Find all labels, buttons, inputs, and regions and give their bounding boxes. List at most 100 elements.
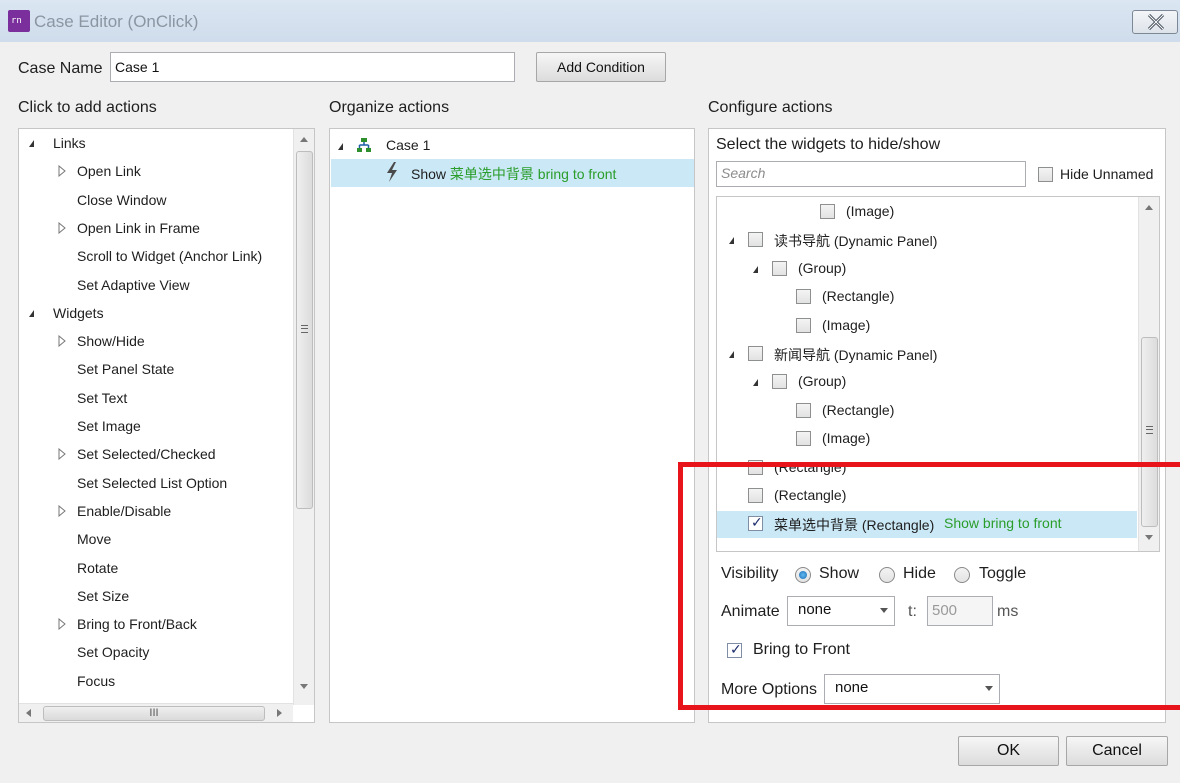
action-item-label: Enable/Disable — [77, 502, 172, 519]
actions-vertical-scrollbar[interactable] — [293, 129, 314, 705]
widget-checkbox[interactable] — [796, 289, 811, 305]
widget-row[interactable]: (Rectangle) — [717, 400, 1137, 422]
action-item[interactable]: Set Text — [19, 388, 289, 410]
actions-scroll-thumb[interactable] — [296, 151, 313, 509]
app-logo-icon — [8, 10, 30, 32]
actions-hscroll-thumb[interactable]: III — [43, 706, 265, 721]
scroll-down-arrow-icon[interactable] — [300, 684, 308, 689]
action-item-label: Set Selected/Checked — [77, 446, 216, 463]
widget-row[interactable]: (Image) — [717, 315, 1137, 337]
widget-checkbox[interactable] — [772, 374, 787, 390]
scroll-right-arrow-icon[interactable] — [277, 709, 282, 717]
widget-row[interactable]: (Image) — [717, 428, 1137, 450]
middle-heading: Organize actions — [329, 99, 450, 116]
widget-checkbox[interactable] — [796, 317, 811, 333]
action-item[interactable]: Set Opacity — [19, 642, 289, 664]
action-item-label: Set Panel State — [77, 361, 175, 378]
widget-label: (Image) — [822, 316, 871, 333]
collapse-arrow-icon[interactable] — [29, 309, 34, 317]
widget-label: (Rectangle) — [822, 288, 895, 305]
widget-scroll-grip-icon — [1146, 426, 1153, 434]
hide-unnamed-label: Hide Unnamed — [1060, 166, 1154, 182]
cancel-button[interactable]: Cancel — [1066, 736, 1168, 766]
case-flow-icon — [357, 138, 371, 152]
action-item[interactable]: Set Image — [19, 416, 289, 438]
widget-label: 读书导航 (Dynamic Panel) — [774, 233, 938, 250]
collapse-arrow-icon[interactable] — [29, 140, 34, 147]
widget-label: (Image) — [846, 203, 895, 219]
collapse-arrow-icon[interactable] — [753, 265, 758, 273]
action-item-label: Open Link — [77, 163, 141, 180]
collapse-arrow-icon[interactable] — [729, 351, 734, 358]
widget-checkbox[interactable] — [748, 232, 763, 248]
action-item[interactable]: Widgets — [19, 303, 289, 325]
action-item-label: Open Link in Frame — [77, 219, 200, 236]
action-item-label: Show/Hide — [77, 333, 145, 350]
widget-checkbox[interactable] — [796, 431, 811, 447]
collapse-arrow-icon[interactable] — [338, 143, 343, 150]
case-label: Case 1 — [386, 137, 431, 153]
case-name-input[interactable]: Case 1 — [110, 52, 515, 82]
action-item[interactable]: Set Size — [19, 586, 289, 608]
widget-row[interactable]: (Group) — [717, 371, 1137, 393]
widget-label: 新闻导航 (Dynamic Panel) — [774, 347, 938, 363]
widget-checkbox[interactable] — [820, 204, 835, 219]
widget-select-heading: Select the widgets to hide/show — [716, 136, 941, 153]
highlight-annotation-box — [678, 462, 1180, 710]
action-item[interactable]: Set Panel State — [19, 359, 289, 381]
widget-scroll-up-icon[interactable] — [1145, 205, 1153, 210]
action-item[interactable]: Scroll to Widget (Anchor Link) — [19, 246, 289, 268]
action-item[interactable]: Open Link in Frame — [19, 218, 289, 240]
widget-row[interactable]: 读书导航 (Dynamic Panel) — [717, 229, 1137, 251]
add-condition-button[interactable]: Add Condition — [536, 52, 666, 82]
action-item[interactable]: Set Adaptive View — [19, 275, 289, 297]
widget-row[interactable]: (Image) — [717, 201, 1137, 223]
action-item-label: Set Adaptive View — [77, 276, 190, 293]
action-item-label: Set Size — [77, 587, 130, 604]
widget-checkbox[interactable] — [796, 402, 811, 418]
actions-horizontal-scrollbar[interactable]: III — [19, 703, 293, 722]
actions-list-panel: Links Open Link Close Window Open Link in F… — [18, 128, 315, 723]
action-item-label: Links — [53, 135, 86, 151]
lightning-icon — [387, 162, 397, 182]
action-item[interactable]: Links — [19, 133, 289, 155]
hide-unnamed-checkbox[interactable] — [1038, 167, 1053, 182]
action-item[interactable]: Rotate — [19, 558, 289, 580]
action-item[interactable]: Set Selected/Checked — [19, 444, 289, 466]
widget-checkbox[interactable] — [772, 260, 787, 276]
widget-row[interactable]: (Group) — [717, 258, 1137, 280]
scroll-left-arrow-icon[interactable] — [26, 709, 31, 717]
widget-label: (Rectangle) — [822, 401, 895, 418]
ok-button[interactable]: OK — [958, 736, 1059, 766]
left-heading: Click to add actions — [18, 99, 157, 116]
action-item[interactable]: Set Selected List Option — [19, 473, 289, 495]
action-item-label: Widgets — [53, 304, 104, 321]
widget-search-input[interactable]: Search — [716, 161, 1026, 187]
collapse-arrow-icon[interactable] — [753, 379, 758, 387]
action-verb: Show — [411, 166, 447, 182]
widget-row[interactable]: (Rectangle) — [717, 286, 1137, 308]
action-item[interactable]: Focus — [19, 671, 289, 693]
scroll-up-arrow-icon[interactable] — [300, 137, 308, 142]
action-item[interactable]: Close Window — [19, 190, 289, 212]
organize-actions-panel: Case 1 Show 菜单选中背景 bring to front — [329, 128, 695, 723]
action-item-label: Set Selected List Option — [77, 474, 228, 491]
close-button[interactable] — [1132, 10, 1178, 34]
action-item[interactable]: Move — [19, 529, 289, 551]
window-title: Case Editor (OnClick) — [34, 12, 199, 31]
action-item[interactable]: Bring to Front/Back — [19, 614, 289, 636]
action-item-label: Move — [77, 531, 112, 548]
action-item-label: Set Text — [77, 389, 128, 406]
action-item-label: Scroll to Widget (Anchor Link) — [77, 248, 263, 265]
action-item[interactable]: Enable/Disable — [19, 501, 289, 523]
right-heading: Configure actions — [708, 99, 833, 116]
collapse-arrow-icon[interactable] — [729, 237, 734, 245]
scroll-grip-icon — [301, 325, 308, 333]
action-item-label: Bring to Front/Back — [77, 616, 197, 633]
action-item[interactable]: Show/Hide — [19, 331, 289, 353]
widget-checkbox[interactable] — [748, 346, 763, 361]
action-item[interactable]: Open Link — [19, 161, 289, 183]
action-row-selected[interactable]: Show 菜单选中背景 bring to front — [331, 159, 694, 187]
action-detail: 菜单选中背景 bring to front — [449, 166, 617, 182]
widget-row[interactable]: 新闻导航 (Dynamic Panel) — [717, 343, 1137, 365]
